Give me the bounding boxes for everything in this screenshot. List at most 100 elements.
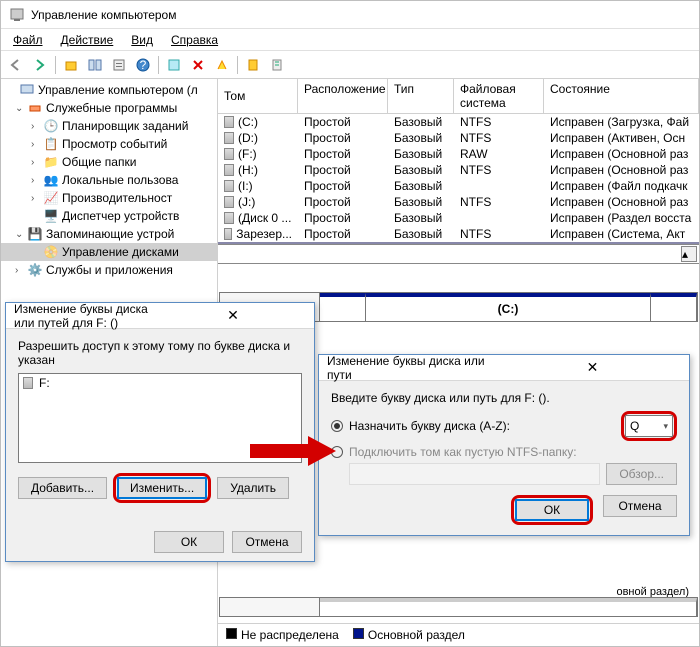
- volume-row[interactable]: (C:)ПростойБазовыйNTFSИсправен (Загрузка…: [218, 114, 699, 130]
- toolbar: ?: [1, 51, 699, 79]
- cancel-button[interactable]: Отмена: [603, 495, 677, 517]
- legend-primary: Основной раздел: [353, 628, 465, 642]
- back-button[interactable]: [5, 54, 27, 76]
- volume-icon: [224, 196, 234, 208]
- dialog2-titlebar: Изменение буквы диска или пути ✕: [319, 355, 689, 381]
- radio-on-icon: [331, 420, 343, 432]
- close-icon[interactable]: ✕: [160, 307, 306, 324]
- forward-button[interactable]: [29, 54, 51, 76]
- col-type[interactable]: Тип: [388, 79, 454, 113]
- tree-root-item[interactable]: Управление компьютером (л: [1, 81, 217, 99]
- tree-task-scheduler[interactable]: ›🕒Планировщик заданий: [1, 117, 217, 135]
- new-button[interactable]: [242, 54, 264, 76]
- volume-icon: [224, 228, 232, 240]
- options-button[interactable]: [211, 54, 233, 76]
- volume-icon: [224, 180, 234, 192]
- chevron-down-icon: ▾: [663, 421, 668, 432]
- dialog2-title: Изменение буквы диска или пути: [327, 354, 504, 382]
- drive-icon: [23, 377, 33, 389]
- browse-button: Обзор...: [606, 463, 677, 485]
- volume-icon: [224, 132, 234, 144]
- volume-row[interactable]: Зарезер...ПростойБазовыйNTFSИсправен (Си…: [218, 226, 699, 242]
- svg-text:?: ?: [140, 58, 147, 72]
- col-volume[interactable]: Том: [218, 79, 298, 113]
- titlebar: Управление компьютером: [1, 1, 699, 29]
- volume-row[interactable]: (D:)ПростойБазовыйNTFSИсправен (Активен,…: [218, 130, 699, 146]
- dialog-description: Разрешить доступ к этому тому по букве д…: [18, 339, 302, 367]
- volume-row[interactable]: (I:)ПростойБазовыйИсправен (Файл подкачк: [218, 178, 699, 194]
- menu-view[interactable]: Вид: [123, 31, 161, 49]
- tree-shared-folders[interactable]: ›📁Общие папки: [1, 153, 217, 171]
- tools-icon: [27, 100, 43, 116]
- col-fs[interactable]: Файловая система: [454, 79, 544, 113]
- legend: Не распределена Основной раздел: [218, 623, 699, 646]
- highlight-ok: ОК: [511, 495, 593, 525]
- disk-partition-3[interactable]: [651, 293, 697, 321]
- menu-help[interactable]: Справка: [163, 31, 226, 49]
- view-button-1[interactable]: [84, 54, 106, 76]
- folder-path-input: [349, 463, 600, 485]
- add-button[interactable]: Добавить...: [18, 477, 107, 499]
- volume-list: Том Расположение Тип Файловая система Со…: [218, 79, 699, 244]
- splitter-bar[interactable]: ▴: [218, 244, 699, 264]
- tree-event-viewer[interactable]: ›📋Просмотр событий: [1, 135, 217, 153]
- volume-icon: [224, 164, 234, 176]
- users-icon: 👥: [43, 172, 59, 188]
- dialog2-description: Введите букву диска или путь для F: ().: [331, 391, 677, 405]
- assign-letter-dialog: Изменение буквы диска или пути ✕ Введите…: [318, 354, 690, 536]
- change-button[interactable]: Изменить...: [117, 477, 207, 499]
- tree-local-users[interactable]: ›👥Локальные пользова: [1, 171, 217, 189]
- dialog-titlebar: Изменение буквы диска или путей для F: (…: [6, 303, 314, 329]
- tree-performance[interactable]: ›📈Производительност: [1, 189, 217, 207]
- tree-services[interactable]: ›⚙️Службы и приложения: [1, 261, 217, 279]
- volume-icon: [224, 212, 234, 224]
- scheduler-icon: 🕒: [43, 118, 59, 134]
- disk-partition-c[interactable]: (C:): [366, 293, 651, 321]
- volume-icon: [224, 148, 234, 160]
- change-letter-dialog: Изменение буквы диска или путей для F: (…: [5, 302, 315, 562]
- event-icon: 📋: [43, 136, 59, 152]
- volume-row[interactable]: (Диск 0 ...ПростойБазовыйИсправен (Разде…: [218, 210, 699, 226]
- col-status[interactable]: Состояние: [544, 79, 699, 113]
- highlight-letter-select: Q ▾: [621, 411, 677, 441]
- volume-row[interactable]: (F:)ПростойБазовыйRAWИсправен (Основной …: [218, 146, 699, 162]
- action-button[interactable]: [266, 54, 288, 76]
- refresh-button[interactable]: [163, 54, 185, 76]
- dialog-title: Изменение буквы диска или путей для F: (…: [14, 302, 160, 330]
- close-icon[interactable]: ✕: [504, 359, 681, 376]
- highlight-change: Изменить...: [113, 473, 211, 503]
- menu-action[interactable]: Действие: [53, 31, 122, 49]
- mount-folder-radio[interactable]: Подключить том как пустую NTFS-папку:: [331, 445, 677, 459]
- volume-row[interactable]: (J:)ПростойБазовыйNTFSИсправен (Основной…: [218, 194, 699, 210]
- disk-header-2[interactable]: [220, 598, 320, 616]
- drive-letter-select[interactable]: Q ▾: [625, 415, 673, 437]
- ok-button[interactable]: ОК: [515, 499, 589, 521]
- up-button[interactable]: [60, 54, 82, 76]
- remove-button[interactable]: Удалить: [217, 477, 289, 499]
- shared-icon: 📁: [43, 154, 59, 170]
- scroll-up-icon[interactable]: ▴: [681, 246, 697, 262]
- disk-map-row-2[interactable]: [219, 597, 698, 617]
- properties-button[interactable]: [108, 54, 130, 76]
- services-icon: ⚙️: [27, 262, 43, 278]
- tree-disk-management[interactable]: 📀Управление дисками: [1, 243, 217, 261]
- tree-sys-tools[interactable]: ⌄ Служебные программы: [1, 99, 217, 117]
- storage-icon: 💾: [27, 226, 43, 242]
- tree-storage[interactable]: ⌄💾Запоминающие устрой: [1, 225, 217, 243]
- path-listbox[interactable]: F:: [18, 373, 302, 463]
- cancel-button[interactable]: Отмена: [232, 531, 302, 553]
- disk-partition-1[interactable]: [320, 293, 366, 321]
- disk-icon: 📀: [43, 244, 59, 260]
- col-layout[interactable]: Расположение: [298, 79, 388, 113]
- assign-letter-radio[interactable]: Назначить букву диска (A-Z): Q ▾: [331, 411, 677, 441]
- volume-row[interactable]: (H:)ПростойБазовыйNTFSИсправен (Основной…: [218, 162, 699, 178]
- app-icon: [9, 7, 25, 23]
- menubar: Файл Действие Вид Справка: [1, 29, 699, 51]
- delete-button[interactable]: [187, 54, 209, 76]
- ok-button[interactable]: ОК: [154, 531, 224, 553]
- disk-partition-empty[interactable]: [320, 598, 697, 616]
- help-button[interactable]: ?: [132, 54, 154, 76]
- tree-device-manager[interactable]: 🖥️Диспетчер устройств: [1, 207, 217, 225]
- menu-file[interactable]: Файл: [5, 31, 51, 49]
- listbox-item[interactable]: F:: [39, 376, 50, 390]
